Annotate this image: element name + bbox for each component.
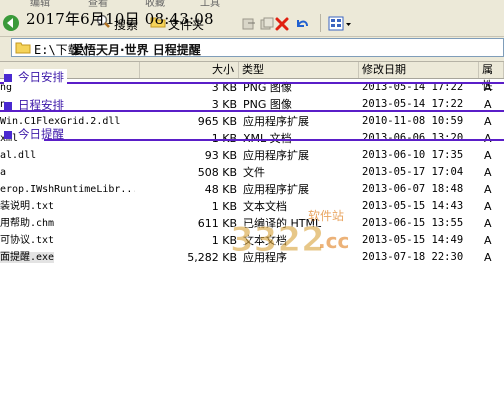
file-size: 5,282 KB [187,251,237,264]
overlay-schedule[interactable]: 日程安排 [4,97,67,113]
overlay-today-schedule-label: 今日安排 [18,70,64,84]
column-header-size[interactable]: 大小 [140,62,239,78]
file-name: 用帮助.chm [0,218,55,229]
file-modified: 2013-07-18 22:30 [362,251,464,263]
file-modified: 2013-06-07 18:48 [362,183,464,195]
marker-icon [4,102,12,110]
marker-icon [4,131,12,139]
move-icon[interactable] [242,17,256,31]
overlay-line-reminder [44,139,504,141]
file-row[interactable]: Win.C1FlexGrid.2.dll 965 KB 应用程序扩展 2010-… [0,113,504,130]
file-size: 508 KB [197,166,237,179]
column-header-modified[interactable]: 修改日期 [359,62,479,78]
file-attr: A [484,234,492,247]
overlay-line-schedule [0,110,504,112]
svg-text:3322: 3322 [230,220,325,260]
file-size: 48 KB [204,183,237,196]
menu-tools[interactable]: 工具 [200,0,220,8]
menu-edit[interactable]: 编辑 [30,0,50,8]
file-name: al.dll [0,150,37,161]
file-size: 1 KB [211,200,237,213]
delete-icon[interactable] [274,16,290,32]
file-attr: A [484,251,492,264]
file-row[interactable]: a 508 KB 文件 2013-05-17 17:04 A [0,164,504,181]
file-modified: 2013-05-15 14:43 [362,200,464,212]
views-icon[interactable] [328,16,352,32]
file-modified: 2013-06-15 13:55 [362,217,464,229]
watermark-domain: .cc [318,229,350,253]
overlay-schedule-label: 日程安排 [18,98,64,112]
file-row[interactable]: erop.IWshRuntimeLibr... 48 KB 应用程序扩展 201… [0,181,504,198]
file-size: 1 KB [211,234,237,247]
file-modified: 2010-11-08 10:59 [362,115,464,127]
address-bar: E:\下载\ 爱悟天月·世界 日程提醒 [0,37,504,62]
overlay-today-schedule[interactable]: 今日安排 [4,69,67,85]
folder-icon [15,42,31,54]
watermark-logo: 3322 软件站 .cc [228,207,360,267]
file-attr: A [484,115,492,128]
file-type: 文件 [243,166,265,179]
undo-icon[interactable] [294,16,310,32]
overlay-today-reminder-label: 今日提醒 [18,127,64,141]
marker-icon [4,74,12,82]
file-attr: A [484,149,492,162]
overlay-today-reminder[interactable]: 今日提醒 [4,126,67,142]
watermark-text: 软件站 [308,209,345,223]
file-attr: A [484,217,492,230]
address-field[interactable]: E:\下载\ 爱悟天月·世界 日程提醒 [11,38,504,57]
list-header: 大小 类型 修改日期 属性 [0,62,504,92]
file-modified: 2013-05-17 17:04 [362,166,464,178]
file-name: 装说明.txt [0,201,55,212]
app-title-overlay: 爱悟天月·世界 日程提醒 [72,43,201,57]
file-type: 应用程序扩展 [243,115,309,128]
toolbar-separator [320,14,321,32]
menu-bar: 编辑 查看 收藏 工具 [0,0,504,8]
file-size: 965 KB [197,115,237,128]
clock-display: 2017年6月10日 08:43:08 [26,10,214,28]
file-row[interactable]: al.dll 93 KB 应用程序扩展 2013-06-10 17:35 A [0,147,504,164]
file-attr: A [484,183,492,196]
menu-favorites[interactable]: 收藏 [145,0,165,8]
file-type: 应用程序扩展 [243,149,309,162]
file-type: 应用程序扩展 [243,183,309,196]
file-modified: 2013-05-15 14:49 [362,234,464,246]
file-size: 611 KB [197,217,237,230]
menu-view[interactable]: 查看 [88,0,108,8]
file-name: a [0,167,7,178]
file-size: 93 KB [204,149,237,162]
file-name: erop.IWshRuntimeLibr... [0,184,135,195]
file-name: 可协议.txt [0,235,55,246]
back-icon[interactable] [2,14,20,32]
file-attr: A [484,200,492,213]
overlay-line-today [0,82,504,84]
file-name-text: 面提醒.exe [0,252,55,263]
file-modified: 2013-06-10 17:35 [362,149,464,161]
column-header-type[interactable]: 类型 [239,62,359,78]
file-name: 面提醒.exe [0,249,135,266]
file-attr: A [484,166,492,179]
column-header-attr[interactable]: 属性 [479,62,504,92]
copy-icon[interactable] [260,17,274,31]
